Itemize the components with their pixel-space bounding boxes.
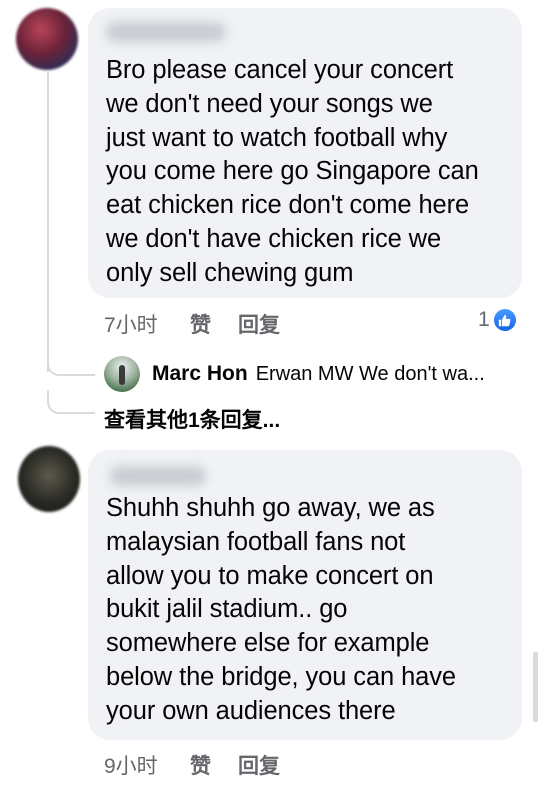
reply-preview[interactable]: Marc Hon Erwan MW We don't wa... (104, 356, 524, 392)
thread-connector (47, 390, 95, 414)
like-button[interactable]: 赞 (190, 309, 238, 339)
reaction-count: 1 (478, 308, 490, 331)
comment-actions: 9小时 赞 回复 (104, 750, 280, 780)
comment-bubble: Bro please cancel your concert we don't … (88, 8, 522, 298)
reply-snippet: Erwan MW We don't wa... (255, 362, 485, 385)
comment-text: Shuhh shuhh go away, we as malaysian foo… (106, 494, 456, 725)
thread-connector (47, 352, 95, 376)
comment-bubble: Shuhh shuhh go away, we as malaysian foo… (88, 450, 522, 740)
commenter-avatar[interactable] (18, 446, 80, 512)
like-button[interactable]: 赞 (190, 750, 238, 780)
comment-actions: 7小时 赞 回复 (104, 309, 280, 339)
comment-text: Bro please cancel your concert we don't … (106, 56, 479, 287)
commenter-avatar[interactable] (16, 8, 78, 70)
blurred-author-name[interactable] (110, 466, 206, 486)
comment-timestamp[interactable]: 7小时 (104, 309, 190, 339)
reply-author-name[interactable]: Marc Hon (152, 362, 248, 386)
thread-line (47, 72, 49, 372)
comment-timestamp[interactable]: 9小时 (104, 750, 190, 780)
reaction-summary[interactable]: 1 (478, 308, 516, 332)
reply-button[interactable]: 回复 (238, 309, 280, 339)
reply-button[interactable]: 回复 (238, 750, 280, 780)
reply-author-avatar[interactable] (104, 356, 140, 392)
like-thumb-icon (493, 309, 516, 331)
blurred-author-name[interactable] (106, 22, 226, 42)
scrollbar[interactable] (533, 652, 538, 722)
view-more-replies-link[interactable]: 查看其他1条回复... (104, 404, 280, 434)
